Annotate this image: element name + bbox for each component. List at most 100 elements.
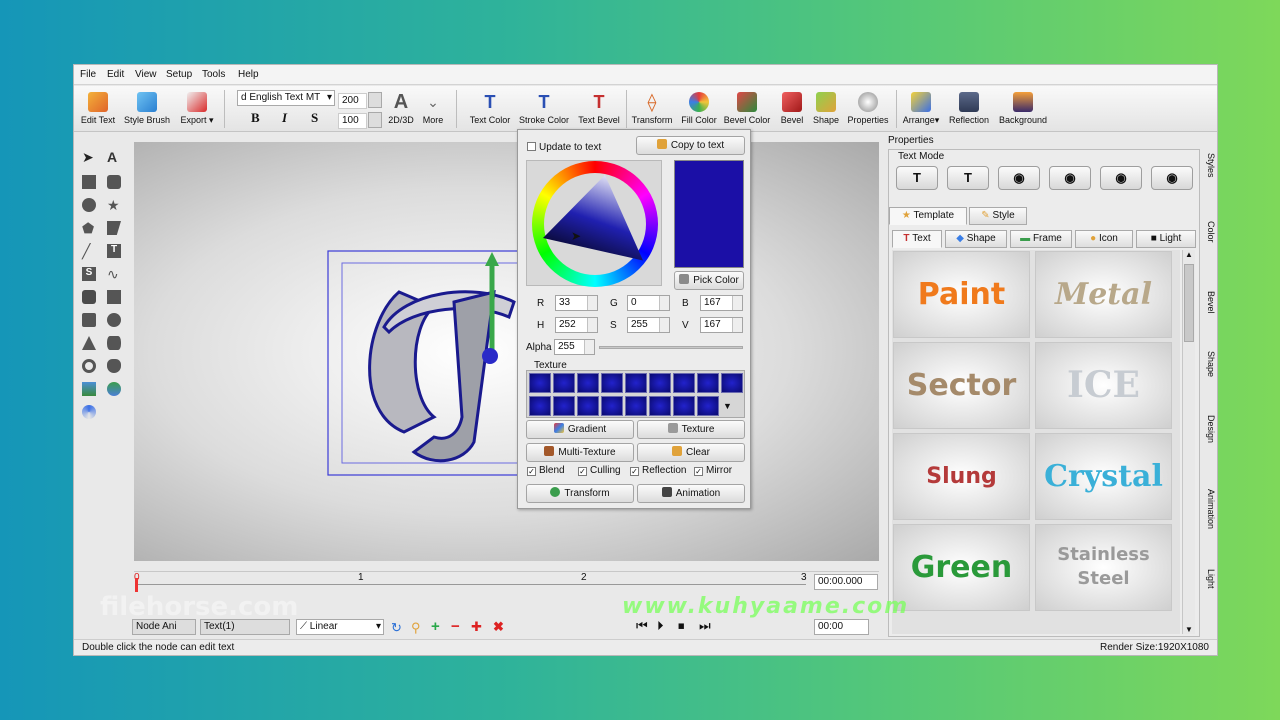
sidetab-bevel[interactable]: Bevel [1202,291,1216,314]
select-arrow-icon[interactable]: ➤ [82,150,96,164]
polygon-icon[interactable] [107,221,121,235]
gradient-button[interactable]: Gradient [526,420,634,439]
sidetab-light[interactable]: Light [1202,569,1216,589]
3d-viewport[interactable] [134,142,879,561]
template-thumb-stainless[interactable]: Stainless Steel [1035,524,1172,611]
move-gizmo-center[interactable] [482,348,498,364]
reflection-checkbox[interactable]: ✓ Reflection [630,465,686,476]
texture-swatch[interactable] [697,373,719,393]
fill-color-button[interactable]: Fill Color [681,89,717,129]
culling-checkbox[interactable]: ✓ Culling [578,465,621,476]
time-field[interactable]: 00:00.000 [814,574,878,590]
alpha-slider[interactable] [599,346,743,349]
arrange-button[interactable]: Arrange▾ [900,89,942,129]
text-color-button[interactable]: T Text Color [468,89,512,129]
subtab-light[interactable]: ■ Light [1136,230,1196,248]
mirror-checkbox[interactable]: ✓ Mirror [694,465,732,476]
strike-button[interactable]: S [311,110,318,126]
h-field[interactable]: 252 [555,317,598,333]
sidetab-styles[interactable]: Styles [1202,153,1216,178]
template-thumb-metal[interactable]: Metal [1035,251,1172,338]
stop-icon[interactable]: ⏹ [678,618,685,634]
font-size-stepper[interactable] [368,92,382,108]
rounded-rect-icon[interactable] [107,175,121,189]
time-field-2[interactable]: 00:00 [814,619,869,635]
vase-icon[interactable] [107,359,121,373]
texture-swatch[interactable] [625,373,647,393]
cylinder-icon[interactable] [107,336,121,350]
text-mode-bevel-button[interactable]: ◉ [1049,166,1091,190]
font-size-field[interactable]: 200 [338,93,367,109]
s-field[interactable]: 255 [627,317,670,333]
sidetab-design[interactable]: Design [1202,415,1216,443]
play-icon[interactable]: ⏵ [657,618,664,634]
refresh-icon[interactable]: ↻ [391,620,402,636]
subtab-icon[interactable]: ● Icon [1075,230,1133,248]
pick-color-button[interactable]: Pick Color [674,271,744,290]
text-bevel-button[interactable]: T Text Bevel [577,89,621,129]
style-brush-button[interactable]: Style Brush [123,89,171,129]
edit-text-button[interactable]: Edit Text [80,89,116,129]
texture-swatch[interactable] [697,396,719,416]
texture-swatch[interactable] [625,396,647,416]
b-field[interactable]: 167 [700,295,743,311]
torus-icon[interactable] [82,359,96,373]
r-field[interactable]: 33 [555,295,598,311]
reflection-button[interactable]: Reflection [948,89,990,129]
circle-icon[interactable] [82,198,96,212]
bevel-button[interactable]: Bevel [778,89,806,129]
template-thumb-paint[interactable]: Paint [893,251,1030,338]
subtab-text[interactable]: T Text [892,230,942,248]
texture-swatch[interactable] [649,396,671,416]
texture-swatch[interactable] [529,373,551,393]
text-mode-extrude-button[interactable]: T [947,166,989,190]
interpolation-select[interactable]: ⟋ Linear ▾ [296,619,384,635]
template-thumb-sector[interactable]: Sector [893,342,1030,429]
texture-swatch[interactable] [577,396,599,416]
template-thumb-ice[interactable]: ICE [1035,342,1172,429]
more-button[interactable]: ⌄ More [420,89,446,129]
texture-swatch[interactable] [649,373,671,393]
sidetab-color[interactable]: Color [1202,221,1216,243]
close-icon[interactable]: ✖ [493,619,504,635]
chevron-down-icon[interactable]: ▼ [723,401,732,411]
bevel-color-button[interactable]: Bevel Color [723,89,771,129]
background-button[interactable]: Background [997,89,1049,129]
lathe-icon[interactable] [82,405,96,419]
texture-swatch[interactable] [529,396,551,416]
shape-button[interactable]: Shape [811,89,841,129]
rectangle-icon[interactable] [82,175,96,189]
transform-popup-button[interactable]: Transform [526,484,634,503]
bold-button[interactable]: B [251,110,260,126]
multi-texture-button[interactable]: Multi-Texture [526,443,634,462]
gallery-scrollbar[interactable]: ▲ ▼ [1182,250,1195,634]
s-shape-icon[interactable]: S [82,267,96,281]
globe-icon[interactable] [107,382,121,396]
sidetab-animation[interactable]: Animation [1202,489,1216,529]
texture-swatch[interactable] [601,373,623,393]
menu-help[interactable]: Help [238,69,259,80]
menu-tools[interactable]: Tools [202,69,225,80]
transform-button[interactable]: ⟠ Transform [630,89,674,129]
template-thumb-crystal[interactable]: Crystal [1035,433,1172,520]
menu-file[interactable]: File [80,69,96,80]
subtab-frame[interactable]: ▬ Frame [1010,230,1072,248]
texture-swatch[interactable] [673,373,695,393]
menu-setup[interactable]: Setup [166,69,192,80]
text-tool-icon[interactable]: A [107,150,121,164]
template-thumb-slung[interactable]: Slung [893,433,1030,520]
sidetab-shape[interactable]: Shape [1202,351,1216,377]
font-scale-field[interactable]: 100 [338,113,367,129]
copy-to-text-button[interactable]: Copy to text [636,136,745,155]
rewind-icon[interactable]: ⏮ [636,618,648,634]
font-scale-stepper[interactable] [368,112,382,128]
text-mode-round-button[interactable]: ◉ [998,166,1040,190]
shape-s-icon[interactable] [82,290,96,304]
export-button[interactable]: Export ▾ [178,89,216,129]
text-mode-flat-button[interactable]: T [896,166,938,190]
image-icon[interactable] [82,382,96,396]
animation-button[interactable]: Animation [637,484,745,503]
menu-edit[interactable]: Edit [107,69,124,80]
remove-key-icon[interactable]: − [451,618,460,635]
scroll-down-icon[interactable]: ▼ [1185,625,1193,634]
